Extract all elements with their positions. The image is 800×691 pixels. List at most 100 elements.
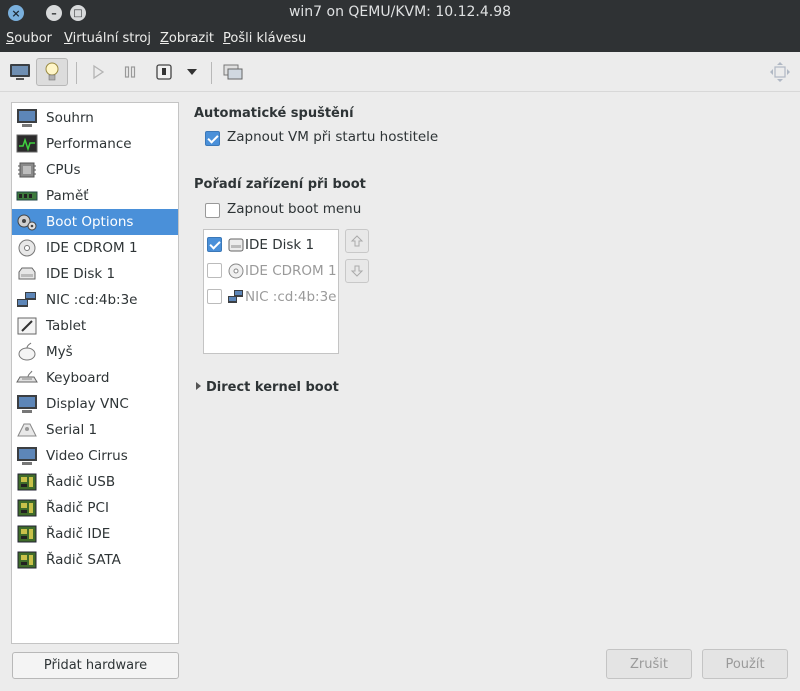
boot-device-row[interactable]: IDE Disk 1: [204, 232, 338, 258]
sidebar-item-label: Keyboard: [46, 370, 110, 386]
boot-menu-checkbox-label[interactable]: Zapnout boot menu: [227, 201, 361, 217]
sidebar-item-performance[interactable]: Performance: [12, 131, 178, 157]
sidebar-item-mys[interactable]: Myš: [12, 339, 178, 365]
sidebar-item-radic-usb[interactable]: Řadič USB: [12, 469, 178, 495]
hardware-list: Souhrn Performance CPUs Paměť Boot Optio…: [11, 102, 179, 644]
shutdown-menu-button[interactable]: [182, 58, 202, 86]
pause-button[interactable]: [118, 58, 142, 86]
sidebar-item-souhrn[interactable]: Souhrn: [12, 105, 178, 131]
snapshot-button[interactable]: [220, 58, 246, 86]
boot-order-section-title: Pořadí zařízení při boot: [194, 177, 366, 192]
run-icon: [93, 64, 105, 80]
boot-menu-checkbox[interactable]: [205, 203, 220, 218]
sidebar-item-label: Performance: [46, 136, 132, 152]
move-up-button[interactable]: [345, 229, 369, 253]
sidebar-item-label: Display VNC: [46, 396, 129, 412]
sidebar-item-ide-disk-1[interactable]: IDE Disk 1: [12, 261, 178, 287]
cpu-icon: [18, 162, 36, 178]
fullscreen-icon: [770, 62, 790, 82]
sidebar-item-video-cirrus[interactable]: Video Cirrus: [12, 443, 178, 469]
add-hardware-button[interactable]: Přidat hardware: [12, 652, 179, 679]
window-title: win7 on QEMU/KVM: 10.12.4.98: [288, 4, 512, 20]
boot-device-row[interactable]: IDE CDROM 1: [204, 258, 338, 284]
sidebar-item-label: Řadič IDE: [46, 526, 111, 542]
controller-icon: [17, 499, 37, 517]
sidebar-item-keyboard[interactable]: Keyboard: [12, 365, 178, 391]
menu-bar: Soubor Virtuální stroj Zobrazit Pošli kl…: [0, 26, 800, 52]
sidebar-item-label: Boot Options: [46, 214, 134, 230]
sidebar-item-cpus[interactable]: CPUs: [12, 157, 178, 183]
toolbar: [0, 52, 800, 92]
details-button[interactable]: [36, 58, 68, 86]
sidebar-item-serial-1[interactable]: Serial 1: [12, 417, 178, 443]
cdrom-icon: [18, 239, 36, 257]
autostart-checkbox[interactable]: [205, 131, 220, 146]
sidebar-item-boot-options[interactable]: Boot Options: [12, 209, 178, 235]
expander-arrow-icon: [196, 382, 201, 390]
mouse-icon: [18, 342, 36, 361]
menu-zobrazit[interactable]: Zobrazit: [160, 31, 214, 46]
sidebar-item-tablet[interactable]: Tablet: [12, 313, 178, 339]
memory-icon: [16, 191, 38, 201]
boot-device-checkbox[interactable]: [207, 237, 222, 252]
monitor-icon: [17, 109, 37, 127]
details-lightbulb-icon: [45, 62, 59, 81]
boot-device-label: IDE Disk 1: [245, 237, 315, 253]
menu-soubor[interactable]: Soubor: [6, 31, 52, 46]
sidebar-item-label: Tablet: [46, 318, 87, 334]
console-button[interactable]: [6, 58, 34, 86]
autostart-checkbox-label[interactable]: Zapnout VM při startu hostitele: [227, 129, 438, 145]
boot-device-checkbox[interactable]: [207, 263, 222, 278]
sidebar-item-display-vnc[interactable]: Display VNC: [12, 391, 178, 417]
toolbar-separator: [211, 62, 212, 84]
menu-virtualni-stroj[interactable]: Virtuální stroj: [64, 31, 151, 46]
controller-icon: [17, 473, 37, 491]
toolbar-separator: [76, 62, 77, 84]
sidebar-item-label: Řadič USB: [46, 474, 116, 490]
snapshot-icon: [223, 64, 243, 80]
sidebar-item-radic-pci[interactable]: Řadič PCI: [12, 495, 178, 521]
boot-device-checkbox[interactable]: [207, 289, 222, 304]
shutdown-button[interactable]: [152, 58, 176, 86]
display-icon: [17, 395, 37, 413]
dropdown-arrow-icon: [187, 69, 197, 75]
run-button[interactable]: [86, 58, 110, 86]
serial-icon: [17, 423, 37, 437]
sidebar-item-label: Souhrn: [46, 110, 94, 126]
arrow-up-icon: [350, 235, 364, 247]
sidebar-item-pamet[interactable]: Paměť: [12, 183, 178, 209]
sidebar-item-label: Řadič PCI: [46, 500, 109, 516]
title-bar: × – □ win7 on QEMU/KVM: 10.12.4.98: [0, 0, 800, 26]
direct-kernel-boot-expander[interactable]: Direct kernel boot: [196, 380, 339, 395]
arrow-down-icon: [350, 265, 364, 277]
sidebar-item-radic-sata[interactable]: Řadič SATA: [12, 547, 178, 573]
sidebar-item-label: Řadič SATA: [46, 552, 121, 568]
shutdown-icon: [156, 64, 172, 80]
sidebar-item-label: IDE Disk 1: [46, 266, 116, 282]
console-icon: [10, 64, 30, 80]
cdrom-icon: [228, 263, 244, 279]
tablet-icon: [17, 317, 37, 335]
disk-icon: [18, 267, 36, 280]
sidebar-item-radic-ide[interactable]: Řadič IDE: [12, 521, 178, 547]
boot-device-label: NIC :cd:4b:3e: [245, 289, 337, 305]
boot-device-list: IDE Disk 1 IDE CDROM 1 NIC :cd:4b:3e: [203, 229, 339, 354]
sidebar-item-label: Serial 1: [46, 422, 98, 438]
boot-options-icon: [17, 214, 37, 231]
sidebar-item-label: Paměť: [46, 188, 89, 204]
cancel-button[interactable]: Zrušit: [606, 649, 692, 679]
boot-device-label: IDE CDROM 1: [245, 263, 337, 279]
sidebar-item-label: Myš: [46, 344, 73, 360]
network-icon: [17, 292, 36, 307]
network-icon: [228, 290, 243, 303]
direct-kernel-boot-label: Direct kernel boot: [206, 380, 339, 395]
sidebar-item-nic[interactable]: NIC :cd:4b:3e: [12, 287, 178, 313]
video-icon: [17, 447, 37, 465]
fullscreen-button[interactable]: [766, 58, 794, 86]
boot-device-row[interactable]: NIC :cd:4b:3e: [204, 284, 338, 310]
apply-button[interactable]: Použít: [702, 649, 788, 679]
pause-icon: [124, 66, 136, 78]
sidebar-item-ide-cdrom-1[interactable]: IDE CDROM 1: [12, 235, 178, 261]
move-down-button[interactable]: [345, 259, 369, 283]
menu-posli-klavesu[interactable]: Pošli klávesu: [223, 31, 306, 46]
